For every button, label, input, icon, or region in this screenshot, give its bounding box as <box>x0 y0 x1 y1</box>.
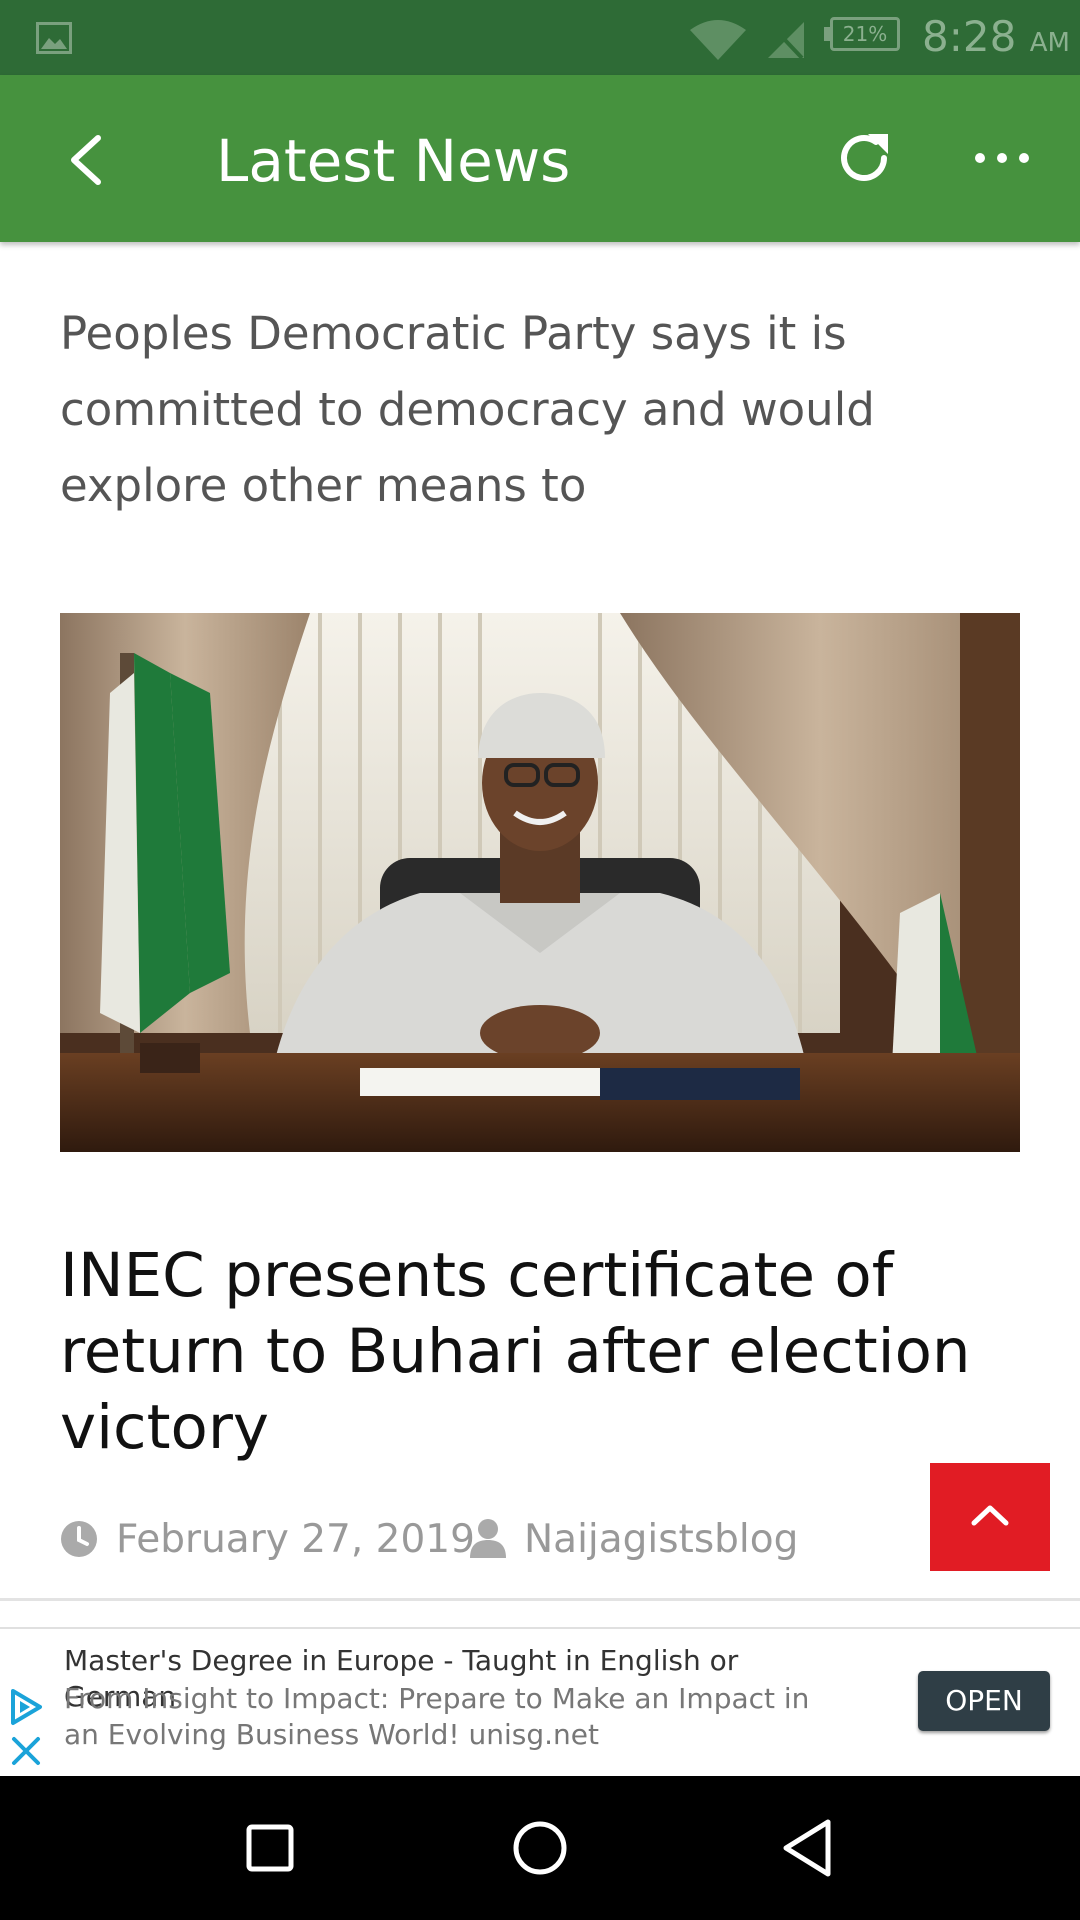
article-excerpt[interactable]: Peoples Democratic Party says it is comm… <box>60 296 1020 524</box>
divider <box>0 1598 1080 1601</box>
status-time: 8:28 AM <box>922 11 1070 69</box>
status-time-suffix: AM <box>1029 28 1070 58</box>
status-time-value: 8:28 <box>922 12 1017 61</box>
article-author[interactable]: Naijagistsblog <box>524 1512 798 1568</box>
recent-apps-icon[interactable] <box>246 1824 294 1872</box>
status-bar <box>0 0 1080 75</box>
refresh-icon[interactable] <box>832 126 896 190</box>
wifi-icon <box>690 20 746 60</box>
ad-open-button[interactable]: OPEN <box>918 1671 1050 1731</box>
article-title[interactable]: INEC presents certificate of return to B… <box>60 1238 1020 1466</box>
ad-description[interactable]: From Insight to Impact: Prepare to Make … <box>64 1681 844 1753</box>
chevron-up-icon <box>971 1505 1009 1526</box>
gallery-icon <box>36 22 72 54</box>
ad-close-icon[interactable] <box>10 1735 42 1767</box>
ad-choices-icon[interactable] <box>8 1688 44 1726</box>
home-icon[interactable] <box>512 1820 568 1876</box>
page-title: Latest News <box>216 127 571 195</box>
article-image[interactable] <box>60 613 1020 1152</box>
article-date: February 27, 2019 <box>116 1517 475 1562</box>
nav-back-icon[interactable] <box>780 1818 836 1878</box>
no-sim-icon <box>766 20 804 60</box>
back-arrow-icon[interactable] <box>52 120 122 200</box>
clock-icon <box>61 1521 97 1557</box>
battery-percent: 21% <box>842 22 888 46</box>
more-options-icon[interactable] <box>970 126 1034 190</box>
scroll-to-top-button[interactable] <box>930 1463 1050 1571</box>
user-icon <box>470 1519 506 1558</box>
